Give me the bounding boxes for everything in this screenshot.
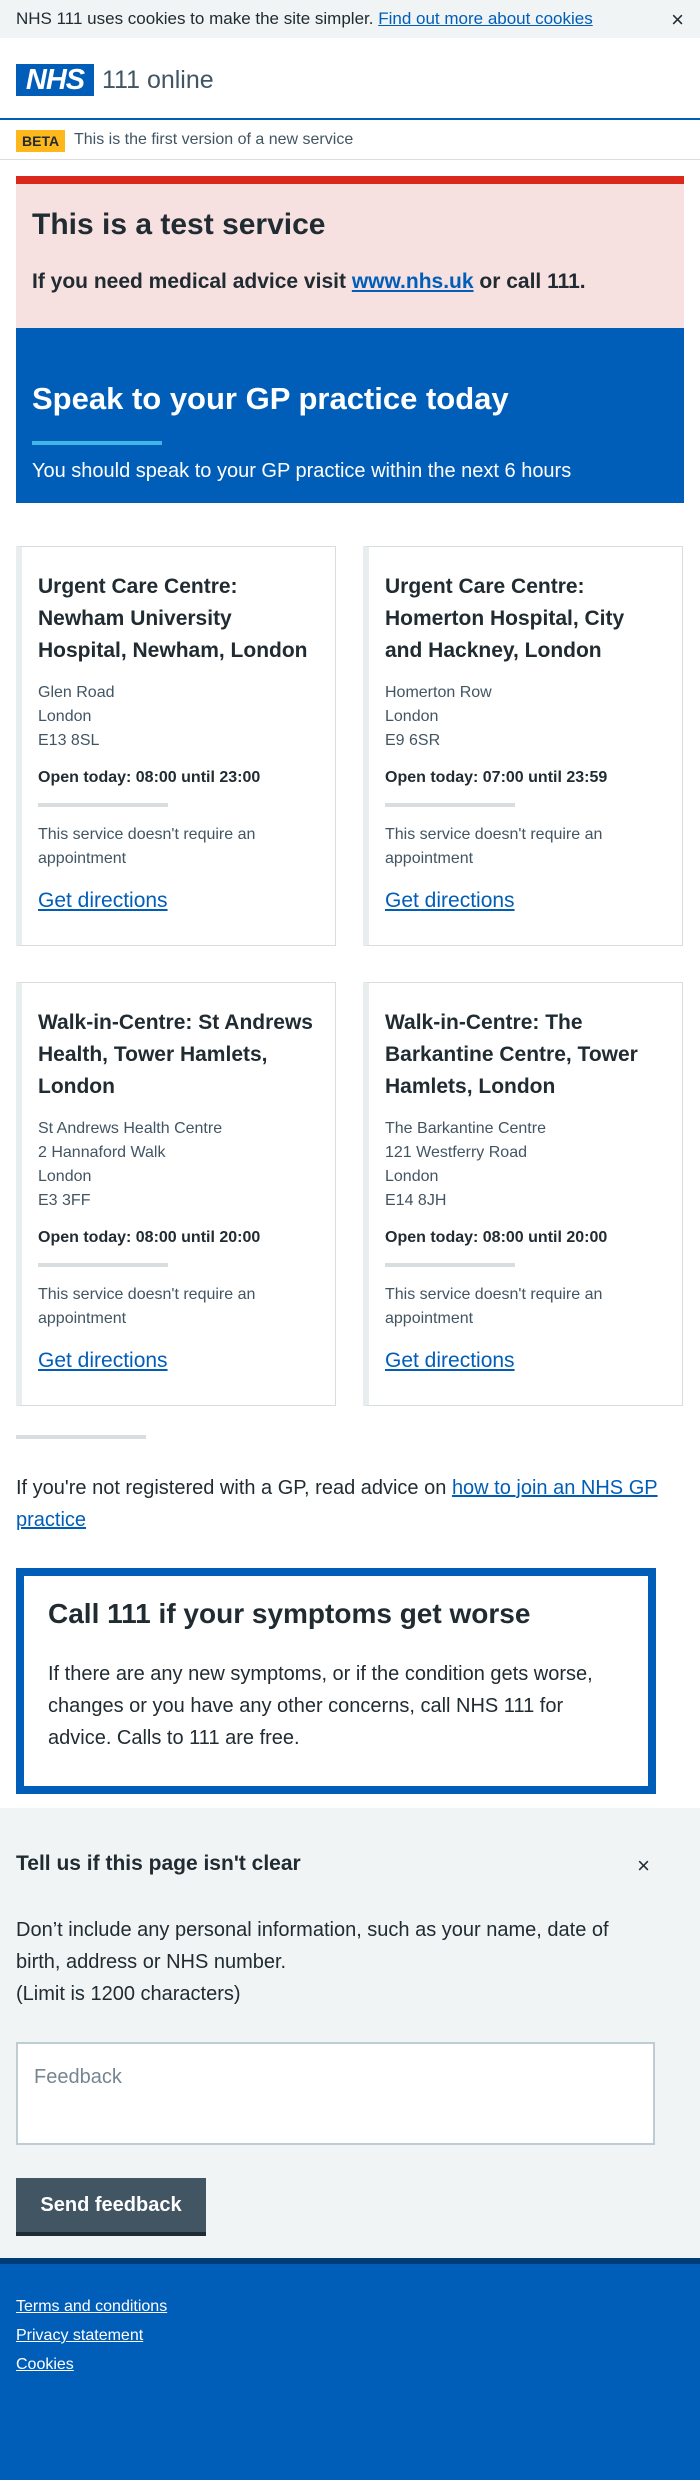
service-address: Glen Road London E13 8SL	[38, 684, 115, 749]
service-address: The Barkantine Centre 121 Westferry Road…	[385, 1120, 546, 1209]
service-name: Urgent Care Centre: Homerton Hospital, C…	[385, 575, 625, 662]
close-icon[interactable]: ×	[637, 1853, 650, 1879]
beta-banner: BETA This is the first version of a new …	[0, 120, 700, 160]
care-advice-panel: Speak to your GP practice today You shou…	[16, 328, 684, 503]
service-card: Walk-in-Centre: St Andrews Health, Tower…	[16, 982, 336, 1406]
service-name: Walk-in-Centre: St Andrews Health, Tower…	[38, 1011, 313, 1098]
symptoms-worse-text: If there are any new symptoms, or if the…	[48, 1663, 593, 1749]
service-name[interactable]: 111 online	[102, 66, 214, 95]
test-service-text: If you need medical advice visit www.nhs…	[32, 270, 586, 293]
feedback-input[interactable]	[16, 2042, 655, 2145]
cookies-link[interactable]: Cookies	[16, 2356, 167, 2374]
privacy-link[interactable]: Privacy statement	[16, 2327, 167, 2345]
cookie-banner: NHS 111 uses cookies to make the site si…	[0, 0, 700, 38]
footer-links: Terms and conditions Privacy statement C…	[16, 2298, 167, 2385]
opening-times: Open today: 07:00 until 23:59	[385, 769, 608, 786]
appointment-info: This service doesn't require an appointm…	[385, 826, 603, 867]
service-card: Walk-in-Centre: The Barkantine Centre, T…	[363, 982, 683, 1406]
service-name: Urgent Care Centre: Newham University Ho…	[38, 575, 308, 662]
send-feedback-button[interactable]: Send feedback	[16, 2178, 206, 2236]
beta-tag: BETA	[16, 130, 66, 152]
opening-times: Open today: 08:00 until 23:00	[38, 769, 261, 786]
nhs-website-link[interactable]: www.nhs.uk	[352, 270, 474, 293]
close-icon[interactable]: ×	[671, 7, 684, 33]
nhs-logo[interactable]: NHS	[16, 64, 94, 96]
care-divider	[32, 441, 162, 445]
appointment-info: This service doesn't require an appointm…	[38, 826, 256, 867]
feedback-title: Tell us if this page isn't clear	[16, 1852, 301, 1875]
test-service-title: This is a test service	[32, 208, 326, 241]
feedback-info: Don’t include any personal information, …	[16, 1919, 609, 2005]
test-service-warning: This is a test service If you need medic…	[16, 176, 684, 329]
cookie-banner-text: NHS 111 uses cookies to make the site si…	[16, 9, 374, 28]
opening-times: Open today: 08:00 until 20:00	[385, 1229, 608, 1246]
care-advice-subtitle: You should speak to your GP practice wit…	[32, 460, 572, 482]
gp-registration-advice: If you're not registered with a GP, read…	[16, 1477, 658, 1531]
service-card: Urgent Care Centre: Newham University Ho…	[16, 546, 336, 946]
site-footer: Terms and conditions Privacy statement C…	[0, 2258, 700, 2480]
appointment-info: This service doesn't require an appointm…	[385, 1286, 603, 1327]
get-directions-link[interactable]: Get directions	[38, 1349, 168, 1373]
opening-times: Open today: 08:00 until 20:00	[38, 1229, 261, 1246]
service-address: St Andrews Health Centre 2 Hannaford Wal…	[38, 1120, 223, 1209]
feedback-section: Tell us if this page isn't clear × Don’t…	[0, 1808, 700, 2258]
site-header: NHS 111 online	[0, 38, 700, 120]
cookie-info-link[interactable]: Find out more about cookies	[378, 9, 593, 28]
get-directions-link[interactable]: Get directions	[385, 1349, 515, 1373]
symptoms-worse-title: Call 111 if your symptoms get worse	[48, 1598, 531, 1629]
card-divider	[38, 803, 168, 807]
get-directions-link[interactable]: Get directions	[38, 889, 168, 913]
get-directions-link[interactable]: Get directions	[385, 889, 515, 913]
care-advice-title: Speak to your GP practice today	[32, 381, 509, 416]
service-address: Homerton Row London E9 6SR	[385, 684, 492, 749]
symptoms-worse-callout: Call 111 if your symptoms get worse If t…	[16, 1568, 656, 1794]
card-divider	[38, 1263, 168, 1267]
service-name: Walk-in-Centre: The Barkantine Centre, T…	[385, 1011, 638, 1098]
service-card: Urgent Care Centre: Homerton Hospital, C…	[363, 546, 683, 946]
character-limit: (Limit is 1200 characters)	[16, 1983, 241, 2005]
card-divider	[385, 803, 515, 807]
card-divider	[385, 1263, 515, 1267]
beta-text: This is the first version of a new servi…	[74, 131, 354, 148]
terms-link[interactable]: Terms and conditions	[16, 2298, 167, 2316]
appointment-info: This service doesn't require an appointm…	[38, 1286, 256, 1327]
main-content: This is a test service If you need medic…	[0, 160, 700, 1808]
section-divider	[16, 1435, 146, 1439]
